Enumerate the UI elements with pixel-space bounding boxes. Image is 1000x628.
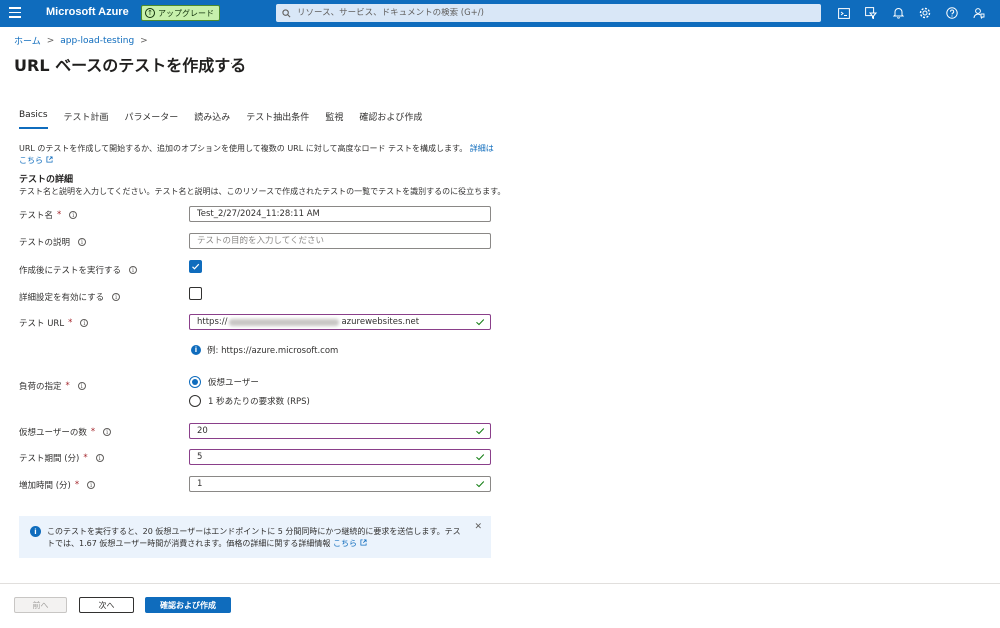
upgrade-label: アップグレード xyxy=(158,8,214,18)
info-icon[interactable]: i xyxy=(129,266,138,274)
radio-button[interactable] xyxy=(189,376,201,388)
test-name-label: テスト名 * i xyxy=(19,209,78,221)
url-hint: i 例: https://azure.microsoft.com xyxy=(191,344,338,356)
radio-rps[interactable]: 1 秒あたりの要求数 (RPS) xyxy=(189,395,310,407)
info-icon[interactable]: i xyxy=(87,481,96,489)
arrow-up-circle-icon: ↑ xyxy=(145,8,155,18)
advanced-settings-label: 詳細設定を有効にする i xyxy=(19,291,121,303)
breadcrumb-home[interactable]: ホーム xyxy=(14,34,41,47)
section-title: テストの詳細 xyxy=(19,175,74,185)
next-button[interactable]: 次へ xyxy=(79,597,134,613)
url-prefix: https:// xyxy=(197,317,228,327)
info-icon[interactable]: i xyxy=(77,382,86,390)
bell-icon[interactable] xyxy=(890,5,906,21)
checkmark-icon xyxy=(476,481,485,488)
test-description-input[interactable] xyxy=(197,236,467,246)
footer-divider xyxy=(0,583,1000,584)
info-icon: i xyxy=(30,526,41,537)
upgrade-button[interactable]: ↑ アップグレード xyxy=(141,5,220,21)
test-url-field[interactable]: https:// azurewebsites.net xyxy=(189,314,491,330)
top-bar: Microsoft Azure ↑ アップグレード xyxy=(0,0,1000,27)
tab-basics[interactable]: Basics xyxy=(19,110,48,129)
rampup-label: 増加時間 (分) * i xyxy=(19,479,96,491)
redacted-url-segment xyxy=(229,318,340,326)
external-link-icon xyxy=(359,539,367,546)
intro-text: URL のテストを作成して開始するか、追加のオプションを使用して複数の URL … xyxy=(19,144,494,165)
help-icon[interactable] xyxy=(944,5,960,21)
search-icon xyxy=(282,8,291,17)
run-after-create-checkbox[interactable] xyxy=(189,260,202,273)
info-banner: i このテストを実行すると、20 仮想ユーザーはエンドポイントに 5 分間同時に… xyxy=(19,516,491,558)
tab-monitoring[interactable]: 監視 xyxy=(325,110,343,129)
feedback-icon[interactable] xyxy=(971,5,987,21)
virtual-users-field[interactable] xyxy=(189,423,491,439)
previous-button[interactable]: 前へ xyxy=(14,597,67,613)
test-name-field[interactable] xyxy=(189,206,491,222)
directory-filter-icon[interactable] xyxy=(863,5,879,21)
chevron-right-icon: > xyxy=(46,35,55,46)
info-icon[interactable]: i xyxy=(103,428,112,436)
info-icon[interactable]: i xyxy=(80,319,89,327)
tab-test-plan[interactable]: テスト計画 xyxy=(64,110,109,129)
info-icon[interactable]: i xyxy=(95,454,104,462)
info-icon[interactable]: i xyxy=(78,238,87,246)
global-search[interactable] xyxy=(276,4,821,22)
duration-field[interactable] xyxy=(189,449,491,465)
chevron-right-icon: > xyxy=(140,35,148,46)
checkmark-icon xyxy=(476,319,485,326)
breadcrumb-resource[interactable]: app-load-testing xyxy=(60,36,134,46)
rampup-input[interactable] xyxy=(197,479,467,489)
test-name-input[interactable] xyxy=(197,209,467,219)
tab-bar: Basics テスト計画 パラメーター 読み込み テスト抽出条件 監視 確認およ… xyxy=(19,110,438,129)
external-link-icon xyxy=(46,156,53,163)
gear-icon[interactable] xyxy=(917,5,933,21)
tab-review-create[interactable]: 確認および作成 xyxy=(359,110,422,129)
search-input[interactable] xyxy=(297,8,797,18)
tab-test-criteria[interactable]: テスト抽出条件 xyxy=(246,110,309,129)
duration-label: テスト期間 (分) * i xyxy=(19,452,104,464)
test-description-label: テストの説明 i xyxy=(19,236,87,248)
review-create-button[interactable]: 確認および作成 xyxy=(145,597,231,613)
checkmark-icon xyxy=(192,263,200,270)
menu-icon[interactable] xyxy=(9,7,21,19)
section-description: テスト名と説明を入力してください。テスト名と説明は、このリソースで作成されたテス… xyxy=(19,187,506,196)
brand-title[interactable]: Microsoft Azure xyxy=(46,6,129,18)
rampup-field[interactable] xyxy=(189,476,491,492)
test-url-label: テスト URL * i xyxy=(19,317,89,329)
checkmark-icon xyxy=(476,428,485,435)
banner-text: このテストを実行すると、20 仮想ユーザーはエンドポイントに 5 分間同時にかつ… xyxy=(47,527,461,548)
load-spec-label: 負荷の指定 * i xyxy=(19,380,86,392)
test-description-field[interactable] xyxy=(189,233,491,249)
breadcrumb: ホーム > app-load-testing > xyxy=(14,34,148,48)
pricing-link[interactable]: こちら xyxy=(333,539,357,548)
url-suffix: azurewebsites.net xyxy=(341,317,420,327)
top-icons xyxy=(836,5,987,21)
more-icon[interactable]: ... xyxy=(230,56,243,67)
checkmark-icon xyxy=(476,454,485,461)
advanced-settings-checkbox[interactable] xyxy=(189,287,202,300)
cloud-shell-icon[interactable] xyxy=(836,5,852,21)
close-icon[interactable]: ✕ xyxy=(474,522,482,532)
virtual-users-label: 仮想ユーザーの数 * i xyxy=(19,426,112,438)
duration-input[interactable] xyxy=(197,452,467,462)
radio-virtual-users[interactable]: 仮想ユーザー xyxy=(189,376,259,388)
virtual-users-input[interactable] xyxy=(197,426,467,436)
info-icon[interactable]: i xyxy=(112,293,121,301)
tab-load[interactable]: 読み込み xyxy=(194,110,230,129)
page-title: URL ベースのテストを作成する xyxy=(14,56,247,75)
run-after-create-label: 作成後にテストを実行する i xyxy=(19,264,138,276)
info-icon[interactable]: i xyxy=(69,211,78,219)
radio-button[interactable] xyxy=(189,395,201,407)
tab-parameters[interactable]: パラメーター xyxy=(125,110,179,129)
info-icon: i xyxy=(191,345,201,355)
